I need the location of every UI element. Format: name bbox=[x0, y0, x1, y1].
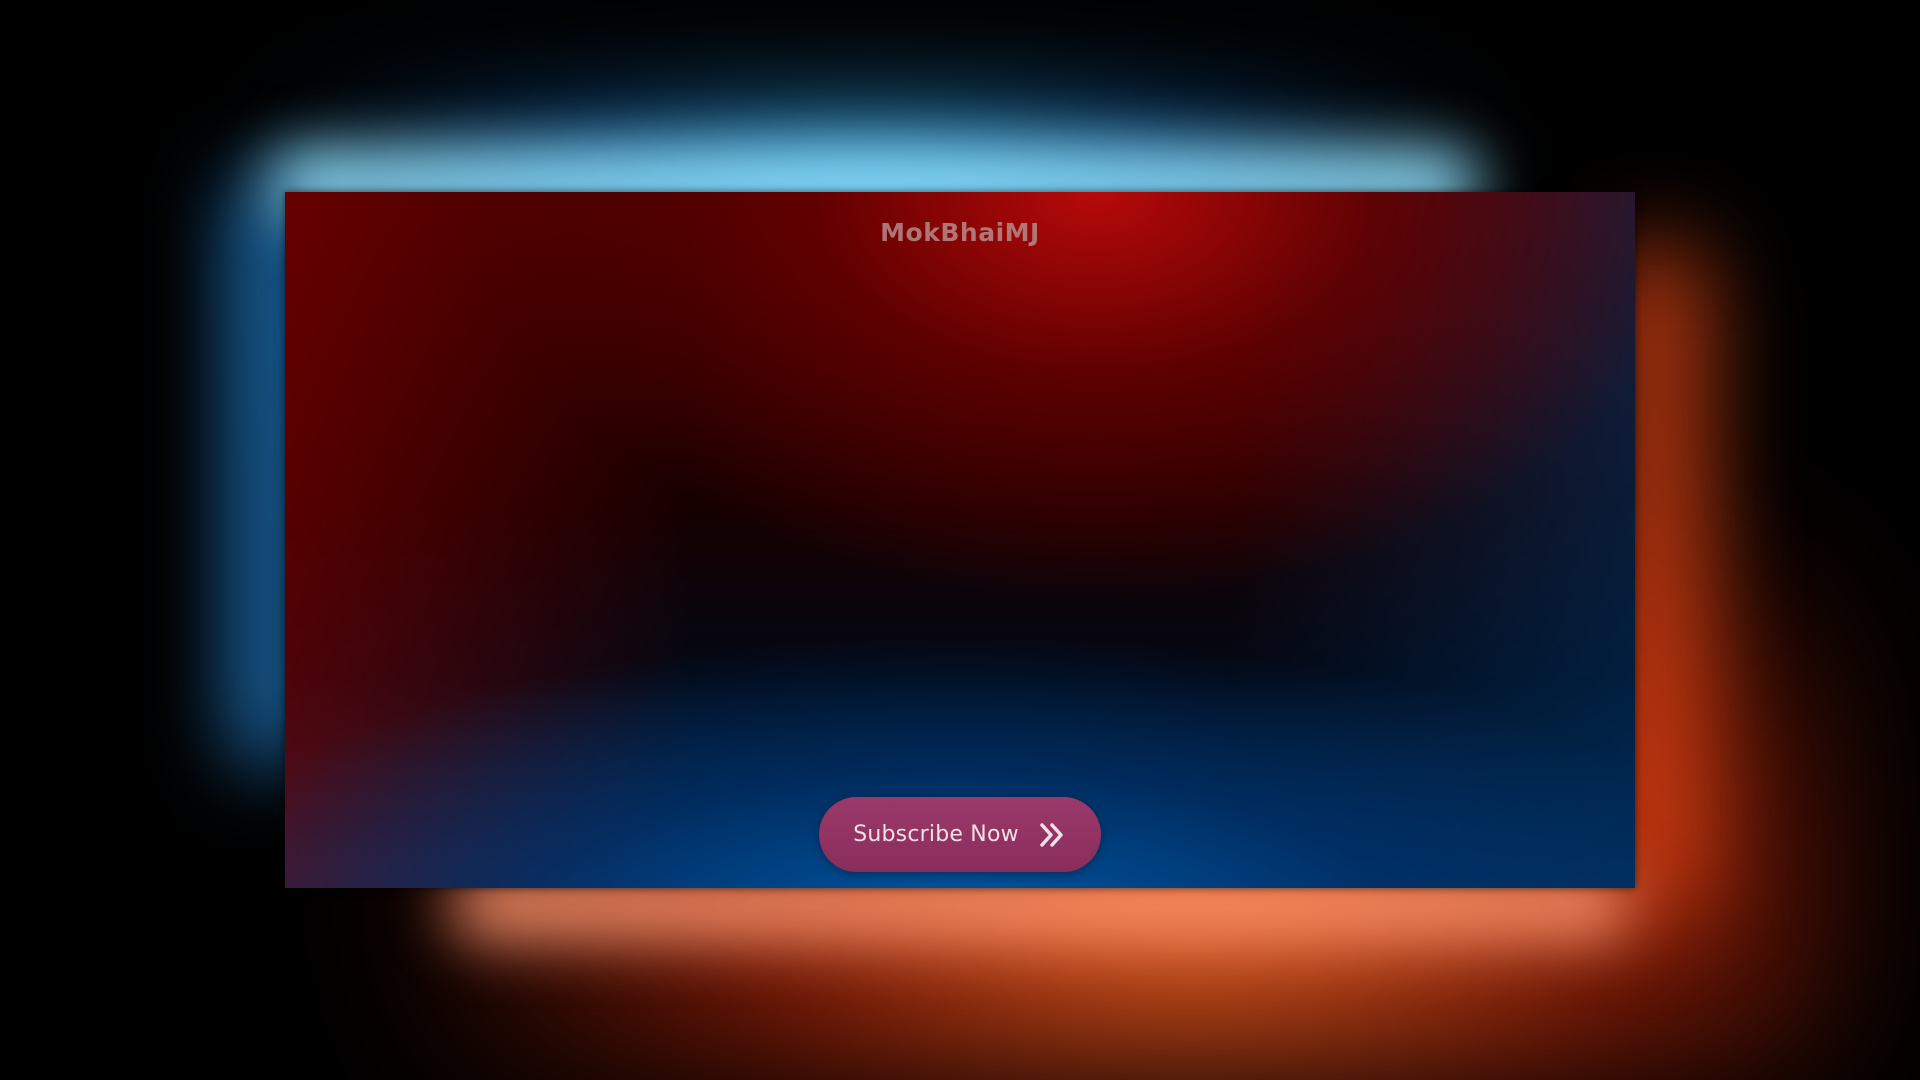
subscribe-now-button[interactable]: Subscribe Now bbox=[819, 797, 1101, 872]
app-stage: MokBhaiMJ Subscribe Now bbox=[0, 0, 1920, 1080]
double-chevron-right-icon bbox=[1037, 820, 1067, 850]
card-title: MokBhaiMJ bbox=[880, 218, 1040, 247]
glow-card: MokBhaiMJ Subscribe Now bbox=[285, 192, 1635, 888]
subscribe-button-label: Subscribe Now bbox=[853, 822, 1019, 847]
